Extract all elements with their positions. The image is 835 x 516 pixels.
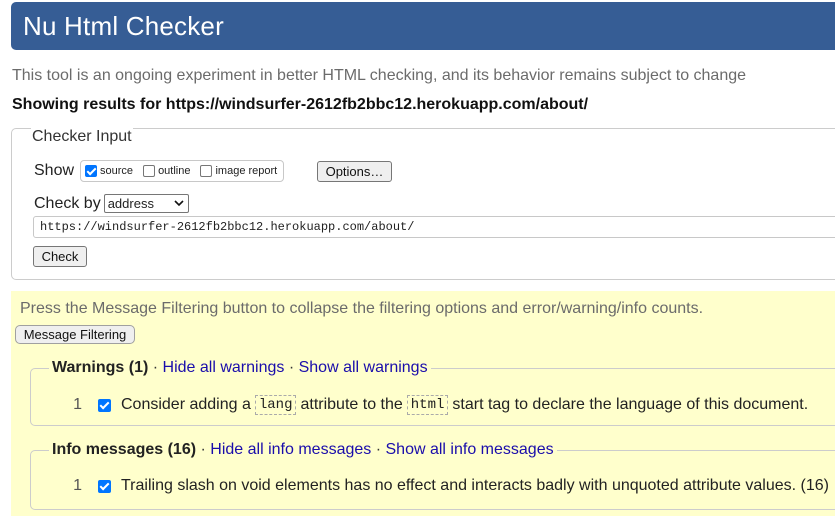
show-options-group: source outline image report xyxy=(80,160,285,182)
warning-item: 1 Consider adding a lang attribute to th… xyxy=(72,395,808,415)
hide-all-info-link[interactable]: Hide all info messages xyxy=(210,441,371,458)
checker-input-legend: Checker Input xyxy=(31,128,133,146)
check-button[interactable]: Check xyxy=(33,246,87,267)
separator: · xyxy=(200,441,206,458)
intro-text: This tool is an ongoing experiment in be… xyxy=(12,67,747,84)
warnings-legend: Warnings (1) · Hide all warnings · Show … xyxy=(49,359,431,377)
info-text: Trailing slash on void elements has no e… xyxy=(121,477,829,494)
separator: · xyxy=(152,359,159,376)
info-count: 1 xyxy=(73,477,82,494)
code-html: html xyxy=(406,395,449,415)
source-label: source xyxy=(100,165,134,177)
warning-text-b: attribute to the xyxy=(300,396,403,413)
source-checkbox[interactable] xyxy=(85,165,98,177)
warning-count: 1 xyxy=(73,396,82,413)
code-lang: lang xyxy=(254,395,297,415)
info-legend: Info messages (16) · Hide all info messa… xyxy=(49,441,557,459)
outline-checkbox[interactable] xyxy=(143,165,156,177)
check-by-select[interactable]: address xyxy=(103,194,189,213)
app-header: Nu Html Checker xyxy=(11,2,835,50)
filter-hint-text: Press the Message Filtering button to co… xyxy=(20,300,704,317)
warning-text-c: start tag to declare the language of thi… xyxy=(452,396,809,413)
page-title: Nu Html Checker xyxy=(23,11,224,41)
check-by-label: Check by xyxy=(34,194,101,212)
info-title: Info messages (16) xyxy=(52,441,197,458)
image-report-label: image report xyxy=(215,165,278,177)
separator: · xyxy=(288,359,295,376)
warning-checkbox[interactable] xyxy=(98,398,111,412)
message-filtering-button[interactable]: Message Filtering xyxy=(15,325,135,344)
warning-text-a: Consider adding a xyxy=(121,396,251,413)
show-all-warnings-link[interactable]: Show all warnings xyxy=(299,359,428,376)
separator: · xyxy=(375,441,382,458)
outline-label: outline xyxy=(158,165,191,177)
show-label: Show xyxy=(34,162,75,179)
warnings-title: Warnings (1) xyxy=(52,359,149,376)
image-report-checkbox[interactable] xyxy=(200,165,213,177)
check-by-row: Check by address xyxy=(34,194,189,213)
show-all-info-link[interactable]: Show all info messages xyxy=(386,441,554,458)
url-input[interactable]: https://windsurfer-2612fb2bbc12.herokuap… xyxy=(33,216,835,238)
hide-all-warnings-link[interactable]: Hide all warnings xyxy=(163,359,285,376)
chevron-down-icon xyxy=(174,200,184,207)
show-row: Show source outline image report xyxy=(34,160,285,182)
options-button[interactable]: Options… xyxy=(317,161,392,182)
info-item: 1 Trailing slash on void elements has no… xyxy=(72,477,829,495)
check-by-value: address xyxy=(107,196,154,211)
showing-results: Showing results for https://windsurfer-2… xyxy=(12,96,589,113)
info-checkbox[interactable] xyxy=(98,479,111,493)
